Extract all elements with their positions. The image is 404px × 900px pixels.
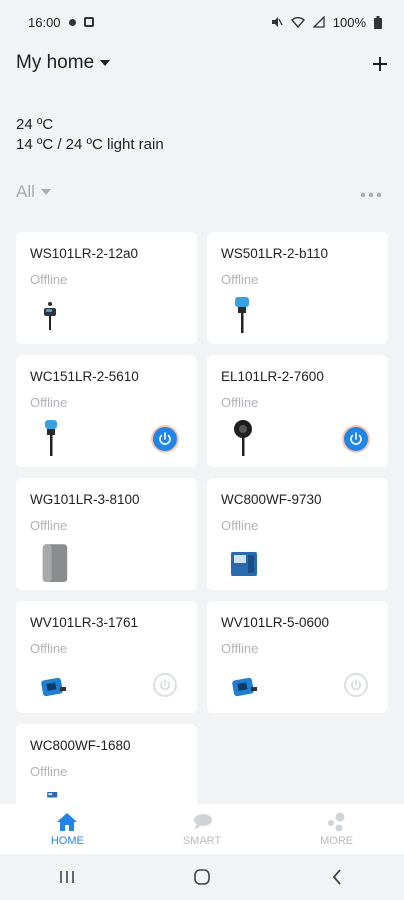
power-icon	[160, 679, 170, 690]
header: My home	[16, 48, 388, 78]
nav-more[interactable]: MORE	[287, 812, 387, 847]
device-card[interactable]: WC151LR-2-5610 Offline	[16, 355, 197, 467]
recent-apps-icon	[60, 871, 75, 883]
device-status: Offline	[30, 272, 68, 287]
home-icon	[57, 812, 78, 831]
back-chevron-icon	[332, 869, 341, 885]
power-icon	[350, 432, 362, 445]
weather-range: 14 ºC / 24 ºC light rain	[16, 136, 164, 153]
device-status: Offline	[221, 641, 259, 656]
gateway-icon	[42, 544, 68, 582]
system-nav-bar	[0, 854, 404, 900]
power-toggle-button[interactable]	[153, 427, 177, 451]
power-toggle-button[interactable]	[344, 427, 368, 451]
filter-label: All	[16, 182, 35, 201]
device-name: WS501LR-2-b110	[221, 246, 329, 261]
device-status: Offline	[221, 272, 259, 287]
notification-dot-icon	[68, 18, 76, 26]
more-horizontal-icon	[360, 192, 382, 198]
caret-down-icon	[40, 189, 51, 195]
bottom-nav: HOME SMART MORE	[0, 804, 404, 854]
battery-icon	[374, 15, 382, 29]
wifi-icon	[290, 17, 305, 28]
mute-icon	[271, 17, 283, 27]
device-name: WG101LR-3-8100	[30, 492, 140, 507]
weather-info: 24 ºC 14 ºC / 24 ºC light rain	[16, 115, 164, 155]
plus-icon	[373, 57, 387, 71]
nav-smart[interactable]: SMART	[152, 812, 252, 847]
nav-home-label: HOME	[50, 834, 84, 847]
valve-controller-icon	[41, 677, 66, 697]
soil-sensor-icon	[235, 297, 249, 333]
device-card[interactable]: WC800WF-9730 Offline	[207, 478, 388, 590]
device-name: WV101LR-5-0600	[221, 615, 330, 630]
dots-cluster-icon	[327, 812, 345, 831]
device-grid: WS101LR-2-12a0 Offline WS501LR-2-b110 Of…	[16, 232, 389, 836]
device-card[interactable]: EL101LR-2-7600 Offline	[207, 355, 388, 467]
device-card[interactable]: WS501LR-2-b110 Offline	[207, 232, 388, 344]
power-icon	[159, 432, 171, 445]
battery-percent: 100%	[332, 14, 366, 30]
power-toggle-button[interactable]	[344, 673, 368, 697]
room-filter-dropdown[interactable]: All	[16, 182, 51, 202]
filter-row: All	[16, 182, 382, 202]
caret-down-icon	[100, 60, 111, 66]
recent-apps-button[interactable]	[47, 862, 87, 892]
home-name: My home	[16, 52, 95, 73]
device-card[interactable]: WV101LR-3-1761 Offline	[16, 601, 197, 713]
device-name: EL101LR-2-7600	[221, 369, 324, 384]
nav-smart-label: SMART	[182, 834, 222, 847]
home-circle-icon	[194, 869, 210, 885]
status-bar: 16:00 100%	[0, 0, 404, 44]
weather-current-temp: 24 ºC	[16, 116, 54, 133]
soil-sensor-icon	[44, 302, 56, 330]
notification-app-icon	[83, 17, 94, 27]
device-name: WV101LR-3-1761	[30, 615, 139, 630]
device-status: Offline	[221, 395, 259, 410]
chat-bubble-icon	[193, 813, 212, 830]
device-name: WC800WF-9730	[221, 492, 322, 507]
device-name: WC800WF-1680	[30, 738, 131, 753]
power-toggle-button[interactable]	[153, 673, 177, 697]
device-status: Offline	[30, 518, 68, 533]
home-selector[interactable]: My home	[16, 52, 111, 74]
nav-home[interactable]: HOME	[17, 812, 117, 847]
back-button[interactable]	[317, 862, 357, 892]
spotlight-icon	[234, 420, 252, 456]
power-icon	[351, 679, 361, 690]
device-card[interactable]: WV101LR-5-0600 Offline	[207, 601, 388, 713]
device-name: WC151LR-2-5610	[30, 369, 139, 384]
device-status: Offline	[221, 518, 259, 533]
more-options-button[interactable]	[360, 182, 382, 202]
signal-icon	[312, 16, 325, 28]
device-card[interactable]: WS101LR-2-12a0 Offline	[16, 232, 197, 344]
soil-sensor-icon	[45, 420, 57, 456]
status-time: 16:00	[28, 14, 61, 30]
valve-controller-icon	[232, 677, 257, 697]
device-name: WS101LR-2-12a0	[30, 246, 139, 261]
controller-box-icon	[231, 552, 257, 576]
device-card[interactable]: WG101LR-3-8100 Offline	[16, 478, 197, 590]
nav-more-label: MORE	[320, 834, 354, 847]
device-status: Offline	[30, 395, 68, 410]
device-status: Offline	[30, 641, 68, 656]
device-status: Offline	[30, 764, 68, 779]
add-device-button[interactable]	[372, 50, 388, 76]
home-system-button[interactable]	[182, 862, 222, 892]
